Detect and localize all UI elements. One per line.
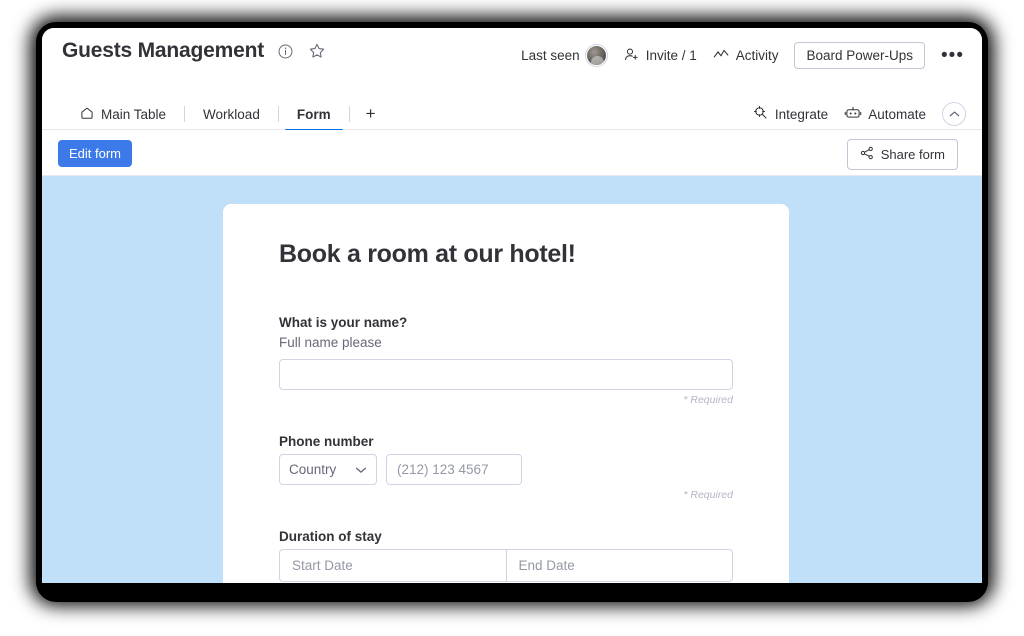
field-label: What is your name? [279, 315, 408, 330]
integrate-button[interactable]: Integrate [753, 105, 828, 124]
form-card: Book a room at our hotel! What is your n… [223, 204, 789, 583]
page-title: Guests Management [62, 39, 264, 62]
integrate-icon [753, 105, 769, 124]
tab-label: Workload [203, 106, 260, 122]
more-options-icon[interactable]: ••• [941, 46, 964, 65]
activity-button[interactable]: Activity [713, 47, 779, 64]
phone-row: Country [279, 454, 733, 485]
board-header: Guests Management Last seen Invite / 1 A… [42, 28, 982, 98]
form-title: Book a room at our hotel! [279, 240, 576, 268]
required-note: * Required [683, 489, 733, 501]
tab-main-table[interactable]: Main Table [62, 98, 184, 130]
chevron-down-icon [355, 462, 367, 477]
required-note: * Required [683, 394, 733, 406]
field-phone: Phone number Country * Required [279, 434, 733, 501]
name-input[interactable] [279, 359, 733, 390]
activity-label: Activity [735, 48, 779, 63]
app-window: Guests Management Last seen Invite / 1 A… [42, 28, 982, 583]
country-select[interactable]: Country [279, 454, 377, 485]
form-canvas: Book a room at our hotel! What is your n… [42, 176, 982, 583]
field-label: Phone number [279, 434, 374, 449]
tab-form[interactable]: Form [279, 98, 349, 131]
person-add-icon [623, 46, 640, 66]
info-circle-icon[interactable] [274, 40, 296, 62]
invite-label: Invite / 1 [645, 48, 697, 63]
share-form-button[interactable]: Share form [846, 139, 958, 170]
view-tabs: Main Table Workload Form + [62, 98, 392, 131]
country-select-value: Country [289, 462, 337, 477]
edit-form-button[interactable]: Edit form [58, 140, 133, 167]
view-tab-bar: Main Table Workload Form + Integrate Aut… [42, 98, 982, 131]
field-name: What is your name? Full name please * Re… [279, 315, 733, 406]
header-actions: Last seen Invite / 1 Activity Board Powe… [521, 42, 964, 69]
tab-workload[interactable]: Workload [185, 98, 278, 130]
field-label: Duration of stay [279, 529, 382, 544]
robot-icon [844, 105, 862, 124]
form-action-bar: Edit form Share form [42, 130, 982, 176]
last-seen[interactable]: Last seen [521, 45, 607, 66]
phone-input[interactable] [386, 454, 522, 485]
tabbar-actions: Integrate Automate [753, 98, 966, 130]
last-seen-label: Last seen [521, 48, 580, 63]
automate-button[interactable]: Automate [844, 105, 926, 124]
avatar[interactable] [585, 45, 607, 66]
automate-label: Automate [868, 106, 926, 122]
tab-label: Form [296, 106, 331, 122]
board-power-ups-button[interactable]: Board Power-Ups [794, 42, 926, 69]
integrate-label: Integrate [774, 106, 829, 122]
end-date-input[interactable]: End Date [505, 550, 733, 581]
tab-label: Main Table [101, 106, 167, 122]
board-title-row: Guests Management [62, 39, 328, 63]
share-nodes-icon [860, 146, 874, 163]
star-outline-icon[interactable] [306, 40, 328, 62]
home-icon [80, 106, 94, 123]
field-duration: Duration of stay Start Date End Date * R… [279, 529, 733, 583]
date-range-row: Start Date End Date [279, 549, 733, 582]
start-date-input[interactable]: Start Date [280, 550, 506, 581]
invite-button[interactable]: Invite / 1 [623, 46, 697, 66]
chevron-up-icon[interactable] [942, 102, 966, 126]
activity-line-icon [713, 47, 730, 64]
add-view-button[interactable]: + [350, 98, 392, 130]
field-sublabel: Full name please [279, 335, 382, 350]
share-form-label: Share form [880, 147, 945, 162]
